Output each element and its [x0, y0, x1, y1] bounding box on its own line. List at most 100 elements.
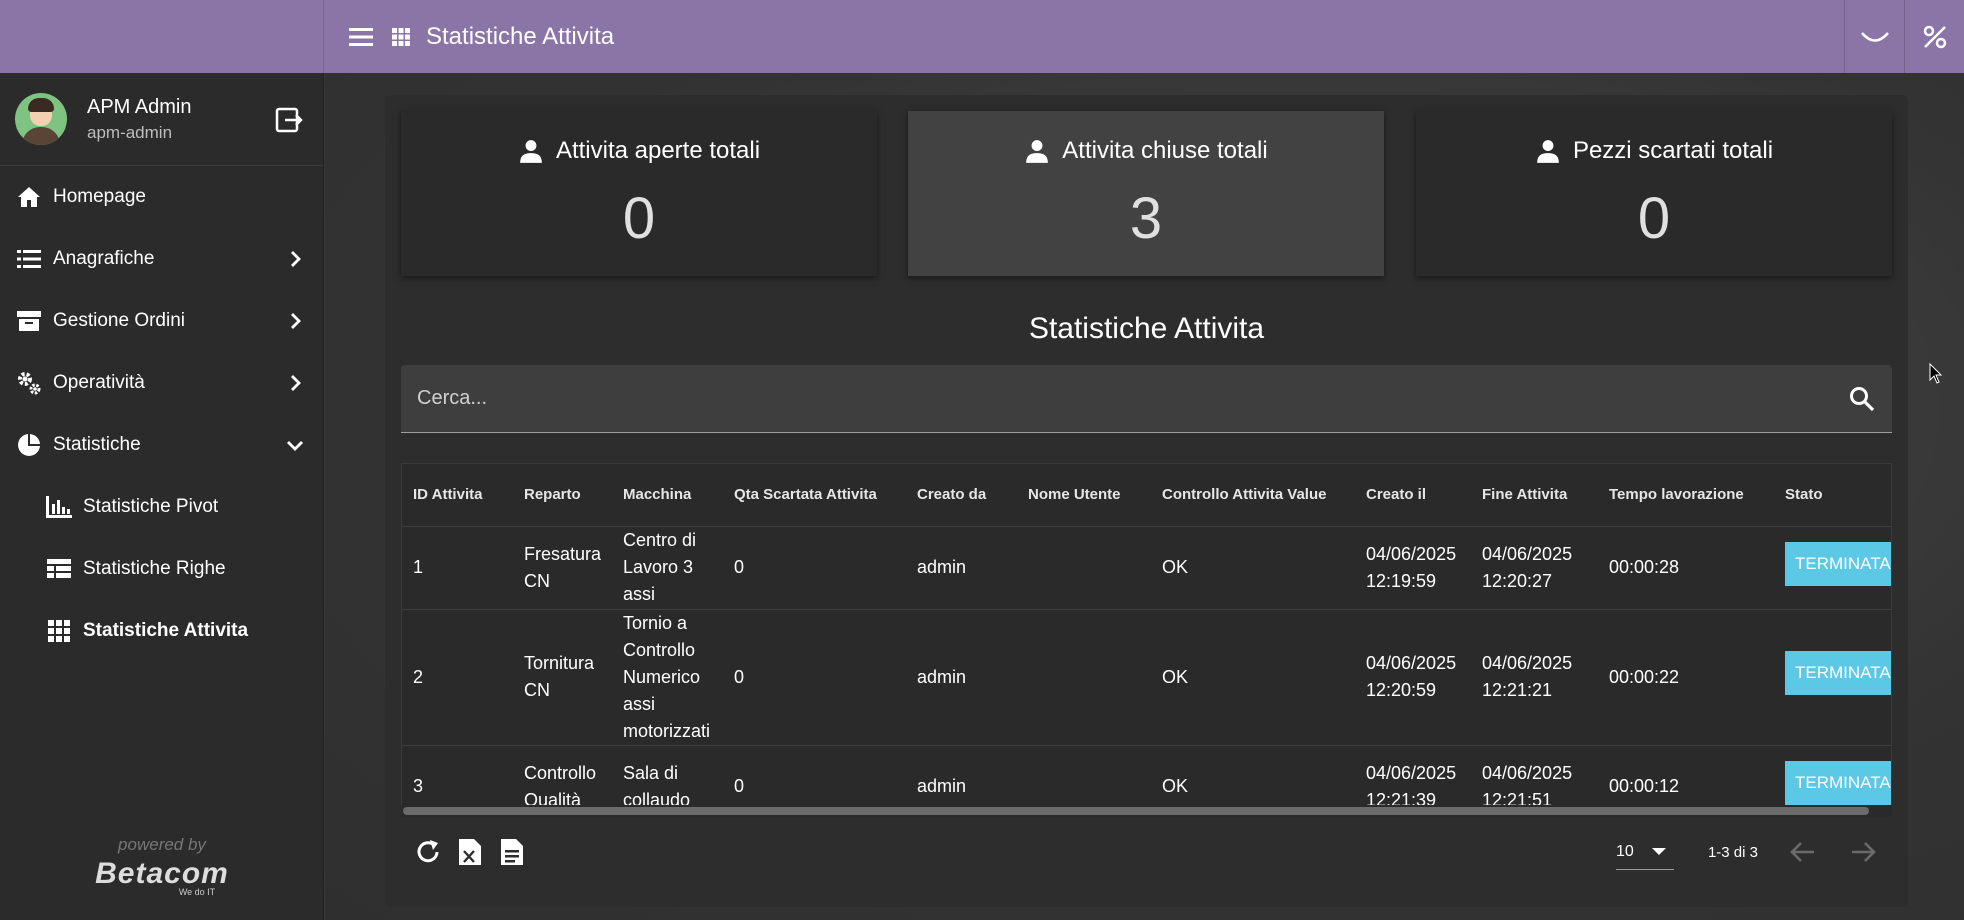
page-range: 1-3 di 3 — [1707, 843, 1758, 861]
sidebar-item-operativita[interactable]: Operatività — [0, 352, 323, 414]
cell-stato: TERMINATA — [1774, 609, 1891, 746]
sidebar-item-label: Gestione Ordini — [53, 310, 186, 331]
column-header[interactable]: Fine Attivita — [1471, 464, 1598, 527]
logout-icon[interactable] — [275, 106, 303, 134]
cell-reparto: Tornitura CN — [513, 609, 612, 746]
cell-creato-il: 04/06/2025 12:21:39 — [1355, 745, 1471, 809]
chevron-right-icon — [291, 251, 301, 267]
archive-icon — [15, 307, 43, 335]
list-icon — [15, 245, 43, 273]
sidebar-item-gestione-ordini[interactable]: Gestione Ordini — [0, 290, 323, 352]
cell-qta: 0 — [723, 609, 906, 746]
cell-qta: 0 — [723, 745, 906, 809]
scrollbar-thumb[interactable] — [403, 807, 1869, 815]
next-page-button[interactable] — [1848, 837, 1878, 867]
cell-controllo: OK — [1151, 609, 1355, 746]
mouse-cursor-icon — [1929, 363, 1943, 384]
top-bar: Statistiche Attivita — [0, 0, 1964, 73]
excel-export-icon[interactable] — [455, 837, 485, 867]
cell-id: 3 — [402, 745, 513, 809]
cell-creato-il: 04/06/2025 12:19:59 — [1355, 526, 1471, 610]
cell-id: 2 — [402, 609, 513, 746]
settings-tool-icon[interactable] — [1904, 0, 1964, 73]
stat-card-title: Attivita chiuse totali — [1062, 137, 1268, 164]
table-icon — [45, 555, 73, 583]
person-icon — [520, 140, 542, 163]
column-header[interactable]: Qta Scartata Attivita — [723, 464, 906, 527]
person-icon — [1026, 140, 1049, 163]
menu-icon[interactable] — [346, 22, 376, 52]
previous-page-button[interactable] — [1788, 837, 1818, 867]
status-badge[interactable]: TERMINATA — [1785, 541, 1891, 586]
column-header[interactable]: Reparto — [513, 464, 612, 527]
page-size-value: 10 — [1615, 842, 1634, 860]
cell-stato: TERMINATA — [1774, 745, 1891, 809]
stat-card-value: 0 — [1637, 186, 1671, 251]
stat-card-value: 0 — [622, 186, 656, 251]
table-row[interactable]: 1 Fresatura CN Centro di Lavoro 3 assi 0… — [402, 526, 1891, 610]
paginator: 10 1-3 di 3 — [1615, 827, 1878, 877]
dropdown-arrow-icon — [1651, 848, 1666, 855]
refresh-icon[interactable] — [413, 837, 443, 867]
status-badge[interactable]: TERMINATA — [1785, 651, 1891, 695]
sidebar-item-label: Statistiche Righe — [83, 558, 226, 579]
page-size-select[interactable]: 10 — [1615, 834, 1674, 870]
home-icon — [15, 183, 43, 211]
table-title: Statistiche Attivita — [1028, 312, 1265, 345]
cell-creato-il: 04/06/2025 12:20:59 — [1355, 609, 1471, 746]
sidebar-item-statistiche[interactable]: Statistiche — [0, 414, 323, 476]
sidebar-item-label: Homepage — [53, 186, 146, 207]
data-table: ID Attivita Reparto Macchina Qta Scartat… — [401, 463, 1892, 810]
sidebar-item-label: Statistiche Pivot — [83, 496, 219, 517]
column-header[interactable]: Macchina — [612, 464, 723, 527]
search-icon[interactable] — [1848, 385, 1876, 413]
table-row[interactable]: 2 Tornitura CN Tornio a Controllo Numeri… — [402, 609, 1891, 746]
person-icon — [1537, 140, 1559, 163]
topbar-brand-area — [0, 0, 324, 73]
gears-icon — [15, 369, 43, 397]
document-export-icon[interactable] — [497, 837, 527, 867]
cell-nome-utente — [1017, 526, 1151, 610]
column-header[interactable]: Controllo Attivita Value — [1151, 464, 1355, 527]
cell-creato-da: admin — [906, 609, 1017, 746]
column-header[interactable]: Creato da — [906, 464, 1017, 527]
sidebar-item-statistiche-righe[interactable]: Statistiche Righe — [0, 538, 323, 600]
cell-controllo: OK — [1151, 526, 1355, 610]
column-header[interactable]: ID Attivita — [402, 464, 513, 527]
column-header[interactable]: Creato il — [1355, 464, 1471, 527]
status-badge[interactable]: TERMINATA — [1785, 760, 1891, 805]
powered-by-text: powered by — [118, 835, 206, 854]
cell-fine: 04/06/2025 12:21:21 — [1471, 609, 1598, 746]
cell-nome-utente — [1017, 745, 1151, 809]
cell-fine: 04/06/2025 12:21:51 — [1471, 745, 1598, 809]
sidebar-item-statistiche-pivot[interactable]: Statistiche Pivot — [0, 476, 323, 538]
search-bar — [401, 365, 1892, 433]
user-login: apm-admin — [87, 122, 173, 142]
stat-card-scrapped: Pezzi scartati totali 0 — [1416, 111, 1892, 276]
sidebar-item-statistiche-attivita[interactable]: Statistiche Attivita — [0, 600, 323, 662]
page-title: Statistiche Attivita — [426, 22, 615, 50]
search-input[interactable] — [417, 387, 1797, 410]
brand-logo: Betacom — [95, 857, 229, 890]
table-footer: 10 1-3 di 3 — [401, 817, 1892, 887]
column-header[interactable]: Stato — [1774, 464, 1891, 527]
sidebar-item-label: Statistiche — [53, 434, 141, 455]
bar-chart-icon — [45, 493, 73, 521]
chevron-right-icon — [291, 375, 301, 391]
stat-card-closed: Attivita chiuse totali 3 — [908, 111, 1384, 276]
sidebar: APM Admin apm-admin Homepage Anagrafiche… — [0, 73, 324, 920]
theme-toggle-button[interactable] — [1844, 0, 1904, 73]
column-header[interactable]: Tempo lavorazione — [1598, 464, 1774, 527]
cell-id: 1 — [402, 526, 513, 610]
sidebar-item-anagrafiche[interactable]: Anagrafiche — [0, 228, 323, 290]
cell-macchina: Sala di collaudo — [612, 745, 723, 809]
table-header-row: ID Attivita Reparto Macchina Qta Scartat… — [402, 464, 1891, 527]
column-header[interactable]: Nome Utente — [1017, 464, 1151, 527]
stat-card-value: 3 — [1129, 186, 1163, 251]
stat-card-title: Pezzi scartati totali — [1572, 137, 1774, 164]
sidebar-item-homepage[interactable]: Homepage — [0, 166, 323, 228]
pie-chart-icon — [15, 431, 43, 459]
sidebar-item-label: Statistiche Attivita — [83, 620, 249, 641]
table-row[interactable]: 3 Controllo Qualità Sala di collaudo 0 a… — [402, 745, 1891, 809]
horizontal-scrollbar[interactable] — [401, 805, 1892, 817]
